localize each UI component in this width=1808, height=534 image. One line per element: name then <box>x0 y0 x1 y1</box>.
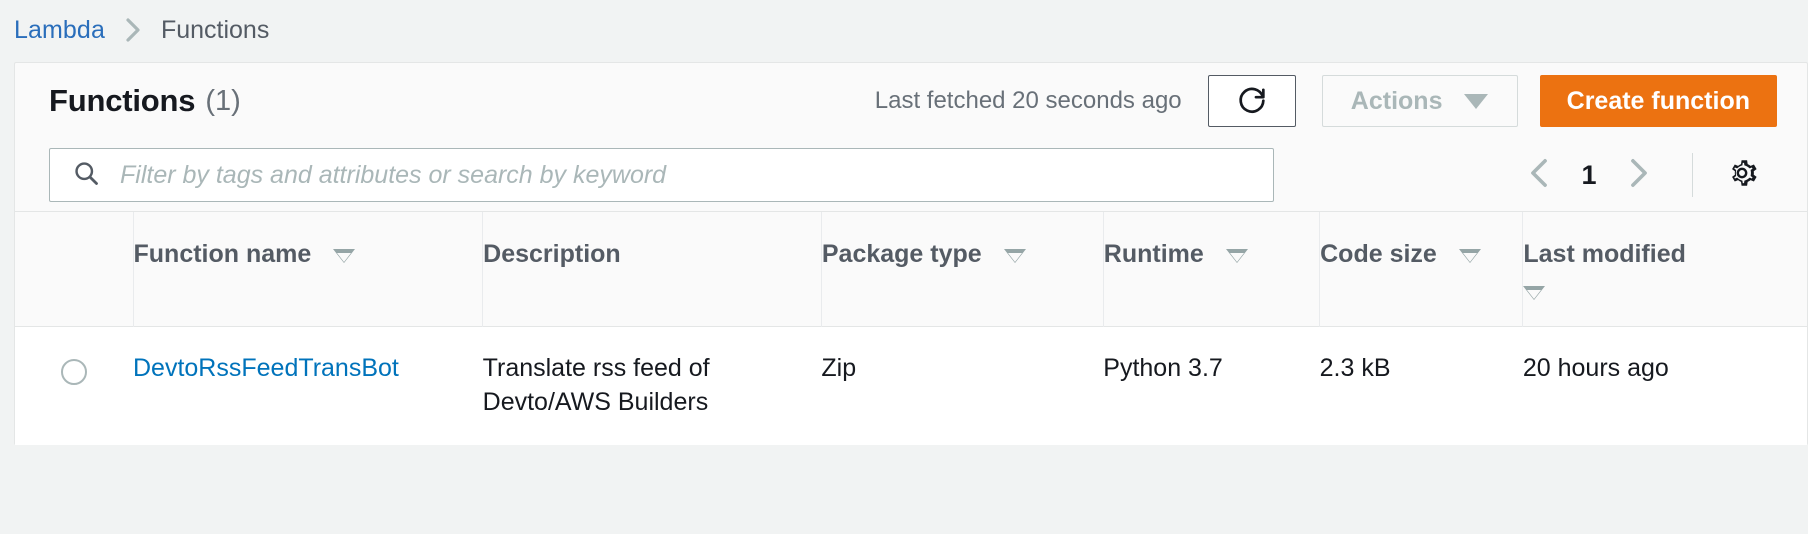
column-header-function-name[interactable]: Function name <box>133 212 484 327</box>
create-function-label: Create function <box>1566 86 1750 115</box>
column-label-package-type: Package type <box>821 240 982 268</box>
last-fetched-label: Last fetched 20 seconds ago <box>874 87 1182 114</box>
column-label-function-name: Function name <box>133 240 312 268</box>
column-header-select <box>15 212 134 327</box>
lambda-functions-page: Lambda Functions Functions (1) Last fetc… <box>0 0 1808 534</box>
search-icon <box>72 159 100 192</box>
table-body: DevtoRssFeedTransBot Translate rss feed … <box>15 326 1807 446</box>
chevron-down-icon <box>1464 93 1489 109</box>
chevron-left-icon <box>1526 156 1552 195</box>
table-head: Function name Description Package type R… <box>15 212 1807 327</box>
breadcrumb: Lambda Functions <box>0 0 1808 60</box>
table-row[interactable]: DevtoRssFeedTransBot Translate rss feed … <box>15 326 1807 446</box>
pagination: 1 <box>1512 148 1777 202</box>
filter-row: 1 <box>15 139 1807 211</box>
cell-code-size: 2.3 kB <box>1319 354 1391 382</box>
column-header-code-size[interactable]: Code size <box>1319 212 1524 327</box>
column-label-description: Description <box>483 240 621 268</box>
column-label-code-size: Code size <box>1320 240 1437 268</box>
table-header-row: Function name Description Package type R… <box>15 212 1807 327</box>
cell-package-type: Zip <box>821 354 857 382</box>
breadcrumb-current-functions: Functions <box>160 15 270 44</box>
pagination-prev-button[interactable] <box>1512 148 1566 202</box>
chevron-right-icon <box>107 16 159 44</box>
pagination-next-button[interactable] <box>1612 148 1666 202</box>
chevron-right-icon <box>1626 156 1652 195</box>
last-modified-text: 20 hours ago <box>1522 354 1669 382</box>
column-header-description: Description <box>482 212 822 327</box>
pagination-page-number[interactable]: 1 <box>1566 160 1612 191</box>
row-radio-button[interactable] <box>61 359 87 385</box>
functions-table-wrapper: Function name Description Package type R… <box>15 211 1807 445</box>
description-text: Translate rss feed of Devto/AWS Builders <box>482 354 710 416</box>
cell-function-name: DevtoRssFeedTransBot <box>133 327 483 446</box>
create-function-button[interactable]: Create function <box>1539 75 1777 127</box>
function-name-link[interactable]: DevtoRssFeedTransBot <box>133 354 399 382</box>
cell-description: Translate rss feed of Devto/AWS Builders <box>483 327 822 446</box>
column-header-last-modified[interactable]: Last modified <box>1522 212 1807 327</box>
sort-icon[interactable] <box>1458 249 1481 263</box>
column-header-runtime[interactable]: Runtime <box>1103 212 1321 327</box>
functions-count: (1) <box>205 84 241 117</box>
column-label-runtime: Runtime <box>1103 240 1204 268</box>
sort-icon[interactable] <box>333 249 356 263</box>
actions-label: Actions <box>1350 86 1443 115</box>
cell-runtime: Python 3.7 <box>1103 354 1223 382</box>
card-header: Functions (1) Last fetched 20 seconds ag… <box>15 63 1807 139</box>
functions-table: Function name Description Package type R… <box>15 212 1807 445</box>
column-header-package-type[interactable]: Package type <box>821 212 1104 327</box>
column-label-last-modified: Last modified <box>1523 240 1686 268</box>
refresh-icon <box>1235 82 1269 121</box>
actions-dropdown-button[interactable]: Actions <box>1321 75 1518 127</box>
search-box[interactable] <box>49 148 1274 202</box>
refresh-button[interactable] <box>1207 75 1296 127</box>
page-title: Functions <box>49 83 196 118</box>
sort-icon[interactable] <box>1003 249 1026 263</box>
search-input[interactable] <box>120 160 1273 190</box>
gear-icon <box>1725 156 1759 195</box>
pagination-divider <box>1692 153 1693 197</box>
functions-card: Functions (1) Last fetched 20 seconds ag… <box>14 62 1808 445</box>
sort-icon[interactable] <box>1523 286 1546 300</box>
cell-last-modified: 20 hours ago <box>1523 327 1807 446</box>
breadcrumb-link-lambda[interactable]: Lambda <box>14 16 105 45</box>
table-settings-button[interactable] <box>1715 148 1769 202</box>
row-select-cell[interactable] <box>15 327 133 446</box>
sort-icon[interactable] <box>1225 249 1248 263</box>
